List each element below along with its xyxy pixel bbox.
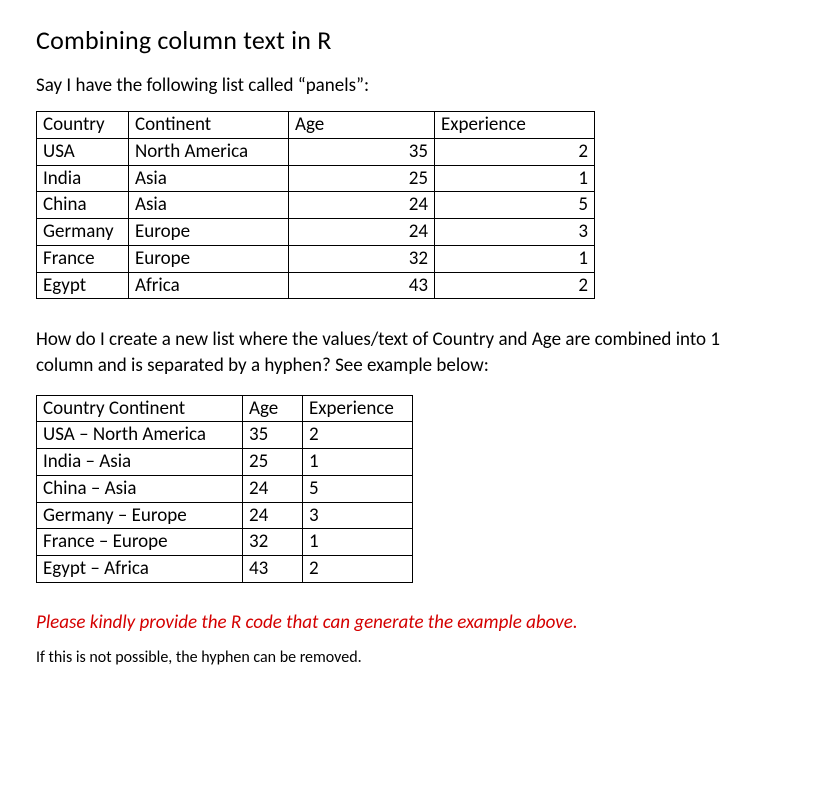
- col-header-country-continent: Country Continent: [37, 395, 243, 422]
- cell-country-continent: India – Asia: [37, 449, 243, 476]
- cell-age: 25: [243, 449, 303, 476]
- table-row: China – Asia 24 5: [37, 475, 413, 502]
- col-header-experience: Experience: [303, 395, 413, 422]
- cell-experience: 1: [435, 165, 595, 192]
- cell-age: 35: [243, 422, 303, 449]
- table-row: Egypt – Africa 43 2: [37, 556, 413, 583]
- col-header-age: Age: [289, 112, 435, 139]
- cell-continent: Asia: [129, 165, 289, 192]
- cell-experience: 1: [303, 449, 413, 476]
- cell-age: 43: [289, 272, 435, 299]
- table-row: Germany Europe 24 3: [37, 219, 595, 246]
- cell-continent: North America: [129, 138, 289, 165]
- table-panels: Country Continent Age Experience USA Nor…: [36, 111, 595, 299]
- table-header-row: Country Continent Age Experience: [37, 112, 595, 139]
- cell-country-continent: Egypt – Africa: [37, 556, 243, 583]
- cell-experience: 2: [435, 138, 595, 165]
- cell-age: 35: [289, 138, 435, 165]
- page-title: Combining column text in R: [36, 24, 777, 56]
- table-row: USA North America 35 2: [37, 138, 595, 165]
- cell-experience: 3: [303, 502, 413, 529]
- col-header-continent: Continent: [129, 112, 289, 139]
- cell-country-continent: USA – North America: [37, 422, 243, 449]
- cell-age: 43: [243, 556, 303, 583]
- cell-age: 32: [289, 245, 435, 272]
- table-row: India – Asia 25 1: [37, 449, 413, 476]
- question-text: How do I create a new list where the val…: [36, 327, 756, 378]
- cell-age: 24: [243, 475, 303, 502]
- cell-country: Germany: [37, 219, 129, 246]
- cell-age: 24: [243, 502, 303, 529]
- table-result: Country Continent Age Experience USA – N…: [36, 395, 413, 583]
- cell-continent: Europe: [129, 219, 289, 246]
- cell-continent: Asia: [129, 192, 289, 219]
- table-row: France Europe 32 1: [37, 245, 595, 272]
- cell-age: 32: [243, 529, 303, 556]
- table-row: India Asia 25 1: [37, 165, 595, 192]
- cell-country-continent: China – Asia: [37, 475, 243, 502]
- cell-experience: 5: [435, 192, 595, 219]
- col-header-experience: Experience: [435, 112, 595, 139]
- col-header-country: Country: [37, 112, 129, 139]
- cell-experience: 2: [435, 272, 595, 299]
- cell-experience: 1: [303, 529, 413, 556]
- cell-age: 25: [289, 165, 435, 192]
- col-header-age: Age: [243, 395, 303, 422]
- cell-country-continent: Germany – Europe: [37, 502, 243, 529]
- cell-experience: 1: [435, 245, 595, 272]
- table-row: China Asia 24 5: [37, 192, 595, 219]
- cell-experience: 2: [303, 556, 413, 583]
- table-row: Egypt Africa 43 2: [37, 272, 595, 299]
- table-header-row: Country Continent Age Experience: [37, 395, 413, 422]
- note-text: If this is not possible, the hyphen can …: [36, 648, 777, 667]
- cell-country: Egypt: [37, 272, 129, 299]
- cell-age: 24: [289, 192, 435, 219]
- cell-country-continent: France – Europe: [37, 529, 243, 556]
- cell-experience: 5: [303, 475, 413, 502]
- cell-age: 24: [289, 219, 435, 246]
- cell-country: France: [37, 245, 129, 272]
- cell-country: China: [37, 192, 129, 219]
- cell-experience: 2: [303, 422, 413, 449]
- intro-text: Say I have the following list called “pa…: [36, 74, 777, 97]
- table-row: Germany – Europe 24 3: [37, 502, 413, 529]
- cell-country: USA: [37, 138, 129, 165]
- request-text: Please kindly provide the R code that ca…: [36, 611, 777, 634]
- cell-country: India: [37, 165, 129, 192]
- table-row: USA – North America 35 2: [37, 422, 413, 449]
- cell-continent: Africa: [129, 272, 289, 299]
- cell-experience: 3: [435, 219, 595, 246]
- cell-continent: Europe: [129, 245, 289, 272]
- table-row: France – Europe 32 1: [37, 529, 413, 556]
